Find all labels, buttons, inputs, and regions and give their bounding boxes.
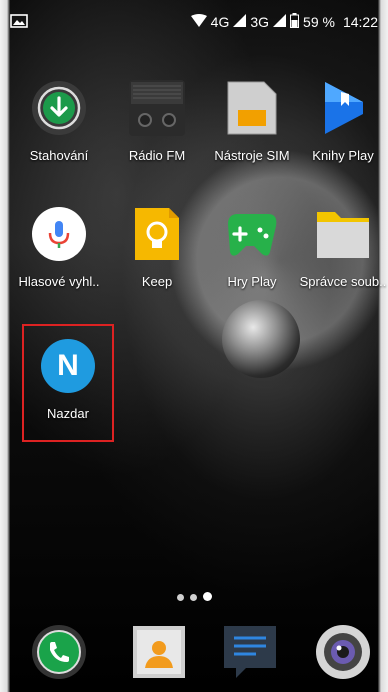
camera-icon [316, 625, 370, 679]
app-label: Správce soub.. [299, 274, 387, 289]
sim-card-icon [224, 80, 280, 136]
dock-messages[interactable] [222, 624, 278, 680]
battery-icon [290, 13, 300, 31]
app-label: Nástroje SIM [214, 148, 290, 163]
network-3g-label: 3G [250, 14, 270, 30]
page-dot[interactable] [189, 594, 197, 601]
play-books-icon [315, 80, 371, 136]
microphone-icon [31, 206, 87, 262]
gallery-notification-icon [10, 13, 28, 31]
wifi-icon [190, 14, 207, 30]
dock-contacts[interactable] [131, 624, 187, 680]
status-bar: 4G 3G 59 % 14:22 [10, 8, 378, 36]
page-dot[interactable] [176, 594, 184, 601]
signal-4g-icon [233, 14, 247, 30]
app-knihy-play[interactable]: Knihy Play [295, 80, 388, 163]
left-bezel [0, 0, 10, 692]
messages-icon [224, 626, 276, 678]
contacts-icon [133, 626, 185, 678]
app-radio-fm[interactable]: Rádio FM [109, 80, 205, 163]
app-hlasove-vyhledavani[interactable]: Hlasové vyhl.. [11, 206, 107, 289]
battery-percent: 59 % [303, 14, 335, 30]
app-stahovani[interactable]: Stahování [11, 80, 107, 163]
app-spravce-souboru[interactable]: Správce soub.. [295, 206, 388, 289]
dock-camera[interactable] [315, 624, 371, 680]
app-keep[interactable]: Keep [109, 206, 205, 289]
app-label: Knihy Play [312, 148, 374, 163]
phone-icon [32, 625, 86, 679]
selection-highlight [22, 324, 114, 442]
app-label: Rádio FM [128, 148, 186, 163]
keep-bulb-icon [129, 206, 185, 262]
play-games-icon [224, 206, 280, 262]
app-label: Hlasové vyhl.. [18, 274, 100, 289]
app-nastroje-sim[interactable]: Nástroje SIM [204, 80, 300, 163]
signal-3g-icon [273, 14, 287, 30]
radio-icon [129, 80, 185, 136]
page-indicator [0, 592, 388, 601]
app-hry-play[interactable]: Hry Play [204, 206, 300, 289]
clock: 14:22 [342, 14, 378, 30]
app-label: Hry Play [227, 274, 277, 289]
dock-phone[interactable] [31, 624, 87, 680]
page-dot-active[interactable] [202, 592, 212, 601]
wallpaper-knob [222, 300, 300, 378]
download-icon [31, 80, 87, 136]
app-label: Keep [141, 274, 173, 289]
folder-icon [315, 206, 371, 262]
app-label: Stahování [29, 148, 89, 163]
network-4g-label: 4G [210, 14, 230, 30]
